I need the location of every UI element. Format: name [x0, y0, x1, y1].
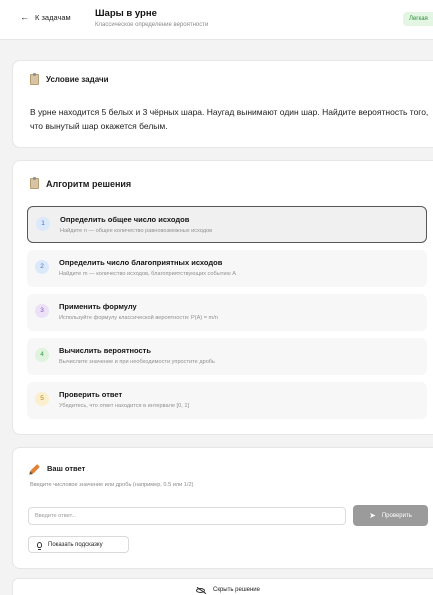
check-button[interactable]: ➤ Проверить — [353, 505, 428, 526]
clipboard-icon — [30, 177, 39, 189]
step-description: Используйте формулу классической вероятн… — [59, 315, 218, 321]
step-title: Определить число благоприятных исходов — [59, 258, 223, 267]
page-subtitle: Классическое определение вероятности — [95, 22, 209, 28]
algorithm-step-3[interactable]: 3 Применить формулу Используйте формулу … — [27, 294, 427, 331]
condition-text: В урне находится 5 белых и 3 чёрных шара… — [30, 107, 429, 131]
algorithm-step-2[interactable]: 2 Определить число благоприятных исходов… — [27, 250, 427, 287]
lightbulb-icon — [37, 541, 42, 550]
back-label: К задачам — [35, 13, 71, 22]
back-to-tasks-link[interactable]: ← К задачам — [20, 12, 71, 23]
algorithm-step-4[interactable]: 4 Вычислить вероятность Вычислите значен… — [27, 338, 427, 375]
check-button-label: Проверить — [381, 512, 412, 519]
step-title: Определить общее число исходов — [60, 215, 190, 224]
algorithm-heading-text: Алгоритм решения — [46, 178, 132, 189]
step-description: Найдите m — количество исходов, благопри… — [59, 271, 236, 277]
algorithm-step-1[interactable]: 1 Определить общее число исходов Найдите… — [27, 206, 427, 243]
difficulty-badge: Легкая — [403, 12, 433, 26]
step-number: 4 — [35, 348, 49, 362]
top-header: ← К задачам Шары в урне Классическое опр… — [0, 0, 433, 40]
hide-solution-label: Скрыть решение — [213, 587, 260, 593]
algorithm-card: Алгоритм решения 1 Определить общее числ… — [12, 160, 433, 435]
condition-heading: Условие задачи — [30, 73, 109, 85]
step-number: 5 — [35, 392, 49, 406]
algorithm-step-5[interactable]: 5 Проверить ответ Убедитесь, что ответ н… — [27, 382, 427, 419]
send-icon: ➤ — [369, 510, 376, 520]
step-number: 1 — [36, 217, 50, 231]
step-title: Применить формулу — [59, 302, 137, 311]
step-number: 2 — [35, 260, 49, 274]
algorithm-heading: Алгоритм решения — [30, 177, 132, 189]
clipboard-icon — [30, 73, 39, 85]
answer-hint-text: Введите числовое значение или дробь (нап… — [30, 482, 194, 488]
answer-heading-text: Ваш ответ — [47, 464, 86, 473]
show-hint-button[interactable]: Показать подсказку — [28, 536, 129, 553]
show-hint-label: Показать подсказку — [48, 541, 103, 548]
answer-heading: Ваш ответ — [30, 463, 86, 474]
step-title: Проверить ответ — [59, 390, 123, 399]
eye-off-icon — [196, 587, 205, 593]
page-title: Шары в урне — [95, 8, 157, 19]
arrow-left-icon: ← — [20, 12, 29, 22]
pencil-icon — [30, 463, 40, 474]
answer-card: Ваш ответ Введите числовое значение или … — [12, 447, 433, 569]
answer-input[interactable] — [28, 507, 346, 525]
condition-heading-text: Условие задачи — [46, 75, 109, 84]
step-description: Убедитесь, что ответ находится в интерва… — [59, 403, 189, 409]
step-number: 3 — [35, 304, 49, 318]
hide-solution-button[interactable]: Скрыть решение — [12, 578, 433, 595]
step-description: Вычислите значение и при необходимости у… — [59, 359, 215, 365]
condition-card: Условие задачи В урне находится 5 белых … — [12, 60, 433, 148]
step-title: Вычислить вероятность — [59, 346, 151, 355]
step-description: Найдите n — общее количество равновозмож… — [60, 228, 213, 234]
